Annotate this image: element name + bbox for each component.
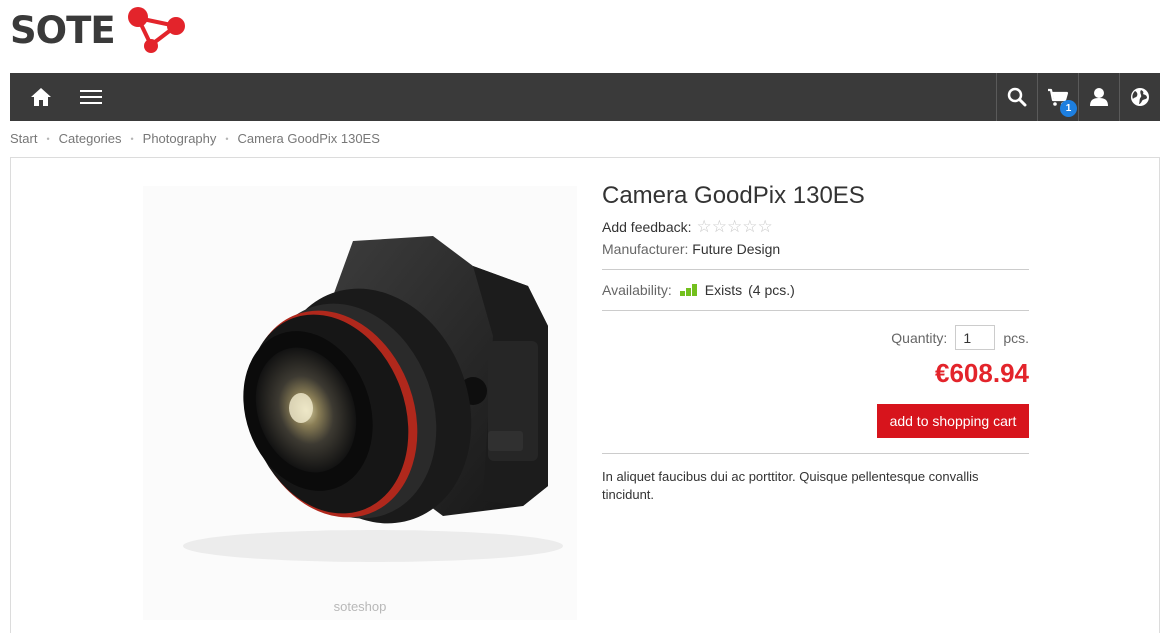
feedback-row: Add feedback: ☆☆☆☆☆ (602, 218, 773, 235)
main-navbar: 1 (10, 73, 1160, 121)
manufacturer-row: Manufacturer: Future Design (602, 241, 780, 257)
home-icon (30, 88, 51, 106)
quantity-unit: pcs. (1003, 329, 1029, 346)
availability-row: Availability: Exists (4 pcs.) (602, 282, 795, 298)
breadcrumb-separator: • (130, 133, 134, 144)
site-logo[interactable]: SOTE (10, 4, 190, 56)
logo-text: SOTE (10, 8, 116, 52)
add-feedback-link[interactable]: Add feedback: (602, 219, 692, 235)
manufacturer-value: Future Design (692, 241, 781, 257)
product-description: In aliquet faucibus dui ac porttitor. Qu… (602, 469, 979, 502)
breadcrumb-item-start[interactable]: Start (10, 131, 37, 146)
breadcrumb-separator: • (225, 133, 229, 144)
language-button[interactable] (1119, 73, 1160, 121)
breadcrumb-item-categories[interactable]: Categories (59, 131, 122, 146)
cart-button[interactable]: 1 (1037, 73, 1078, 121)
availability-value: Exists (704, 282, 743, 298)
search-button[interactable] (996, 73, 1037, 121)
user-icon (1090, 88, 1108, 106)
search-icon (1007, 87, 1027, 107)
menu-icon (79, 90, 102, 104)
product-image[interactable]: soteshop (143, 186, 577, 620)
divider (602, 269, 1029, 270)
divider (602, 453, 1029, 454)
availability-bars-icon (679, 284, 697, 296)
navbar-actions: 1 (996, 73, 1160, 121)
quantity-row: Quantity: pcs. (891, 325, 1029, 350)
quantity-input[interactable] (955, 325, 996, 350)
menu-button[interactable] (70, 73, 111, 121)
breadcrumb-item-current: Camera GoodPix 130ES (237, 131, 380, 146)
product-price: €608.94 (935, 358, 1029, 388)
breadcrumb: Start • Categories • Photography • Camer… (10, 131, 380, 146)
breadcrumb-item-photography[interactable]: Photography (143, 131, 217, 146)
rating-stars[interactable]: ☆☆☆☆☆ (697, 218, 773, 235)
add-to-cart-button[interactable]: add to shopping cart (877, 404, 1029, 438)
home-button[interactable] (20, 73, 61, 121)
breadcrumb-separator: • (46, 133, 50, 144)
logo-mark-icon (128, 7, 185, 53)
availability-count: (4 pcs.) (748, 282, 795, 298)
image-watermark: soteshop (333, 599, 387, 614)
quantity-label: Quantity: (891, 329, 948, 346)
divider (602, 310, 1029, 311)
cart-count-badge: 1 (1060, 100, 1077, 117)
account-button[interactable] (1078, 73, 1119, 121)
manufacturer-label: Manufacturer: (602, 241, 689, 257)
globe-icon (1131, 88, 1149, 106)
product-title: Camera GoodPix 130ES (602, 182, 865, 209)
camera-image-icon (183, 236, 563, 562)
availability-label: Availability: (602, 282, 672, 298)
